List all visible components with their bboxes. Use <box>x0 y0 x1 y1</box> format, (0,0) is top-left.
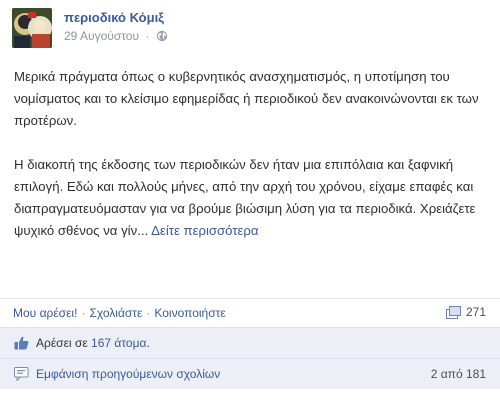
likes-text: Αρέσει σε 167 άτομα. <box>36 336 150 350</box>
thumbs-up-icon <box>14 336 29 353</box>
comment-icon <box>14 367 29 384</box>
likes-suffix: . <box>146 336 150 350</box>
post-date[interactable]: 29 Αυγούστου <box>64 29 139 43</box>
post-action-bar: Μου αρέσει! · Σχολιάστε · Κοινοποιήστε 271 <box>0 298 500 327</box>
page-avatar[interactable] <box>12 8 52 48</box>
action-separator: · <box>81 306 86 320</box>
share-icon <box>445 306 461 322</box>
avatar-image <box>12 8 52 48</box>
post-paragraph-2: Η διακοπή της έκδοσης των περιοδικών δεν… <box>14 154 490 242</box>
page-name-link[interactable]: περιοδικό Κόμιξ <box>64 10 164 25</box>
view-previous-comments-link[interactable]: Εμφάνιση προηγούμενων σχολίων <box>36 367 220 381</box>
globe-icon[interactable] <box>156 30 168 45</box>
post-body: Μερικά πράγματα όπως ο κυβερνητικός ανασ… <box>14 66 490 242</box>
view-previous-comments-label: Εμφάνιση προηγούμενων σχολίων <box>36 367 221 381</box>
likes-row: Αρέσει σε 167 άτομα. <box>0 327 500 358</box>
post-meta: 29 Αυγούστου · <box>64 29 168 45</box>
share-count[interactable]: 271 <box>445 305 486 322</box>
comment-button[interactable]: Σχολιάστε <box>89 306 142 320</box>
meta-separator: · <box>145 29 150 43</box>
action-separator: · <box>146 306 151 320</box>
post-paragraph-1: Μερικά πράγματα όπως ο κυβερνητικός ανασ… <box>14 69 479 128</box>
see-more-link[interactable]: Δείτε περισσότερα <box>151 223 258 238</box>
action-links: Μου αρέσει! · Σχολιάστε · Κοινοποιήστε <box>13 306 226 320</box>
share-count-value: 271 <box>465 305 486 319</box>
comments-counter: 2 από 181 <box>430 367 486 381</box>
like-button[interactable]: Μου αρέσει! <box>13 306 77 320</box>
likes-prefix: Αρέσει σε <box>36 336 88 350</box>
likes-count-link[interactable]: 167 άτομα <box>91 336 146 350</box>
comments-row[interactable]: Εμφάνιση προηγούμενων σχολίων 2 από 181 <box>0 358 500 389</box>
share-button[interactable]: Κοινοποιήστε <box>154 306 225 320</box>
facebook-post: περιοδικό Κόμιξ 29 Αυγούστου · Μερικά πρ… <box>0 0 500 400</box>
